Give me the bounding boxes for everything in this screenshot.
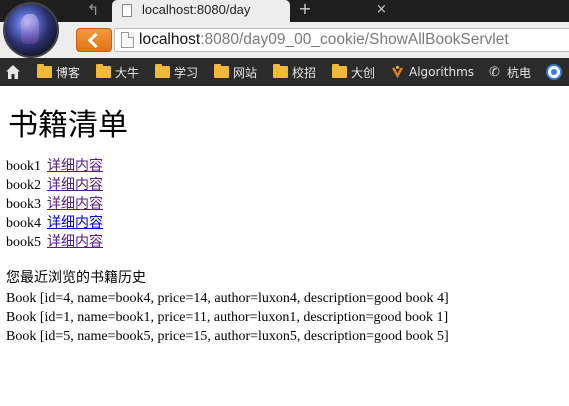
close-tab-icon[interactable]: × [376, 2, 387, 17]
tab-strip: ↰ localhost:8080/day × + [0, 0, 569, 22]
list-item: book5 详细内容 [6, 233, 103, 252]
bookmark-item[interactable]: 网站 [214, 63, 257, 81]
folder-icon [155, 64, 170, 78]
browser-chrome: ↰ localhost:8080/day × + localhost:8080/… [0, 0, 569, 86]
profile-avatar[interactable] [3, 2, 59, 58]
folder-icon [273, 64, 288, 78]
book-detail-link[interactable]: 详细内容 [47, 234, 103, 250]
address-path: :8080/day09_00_cookie/ShowAllBookServlet [200, 31, 509, 48]
folder-icon [37, 64, 52, 78]
address-row: localhost:8080/day09_00_cookie/ShowAllBo… [0, 22, 569, 58]
address-host: localhost [139, 31, 201, 48]
tab-title: localhost:8080/day [142, 2, 251, 17]
book-name: book1 [6, 159, 41, 174]
list-item: book4 详细内容 [6, 214, 103, 233]
history-item: Book [id=1, name=book1, price=11, author… [6, 310, 449, 325]
bookmark-item[interactable]: 博客 [37, 63, 80, 81]
book-name: book4 [6, 216, 41, 231]
bookmark-item[interactable]: 大创 [332, 63, 375, 81]
book-name: book5 [6, 235, 41, 250]
browser-menu-icon[interactable] [546, 64, 562, 80]
page-title: 书籍清单 [8, 108, 128, 143]
book-detail-link[interactable]: 详细内容 [47, 196, 103, 212]
history-heading: 您最近浏览的书籍历史 [6, 270, 146, 286]
bookmark-item[interactable]: 大牛 [96, 63, 139, 81]
bookmark-item[interactable]: Algorithms [390, 63, 474, 81]
list-item: book3 详细内容 [6, 195, 103, 214]
bookmark-item[interactable]: ✆ 杭电 [489, 63, 531, 81]
new-tab-button[interactable]: + [294, 0, 316, 20]
book-name: book2 [6, 178, 41, 193]
list-item: book1 详细内容 [6, 157, 103, 176]
bookmark-label: 博客 [56, 65, 81, 80]
back-button[interactable] [76, 28, 112, 52]
book-name: book3 [6, 197, 41, 212]
bookmark-label: 杭电 [507, 65, 532, 80]
page-icon [122, 4, 132, 17]
algorithms-icon [391, 65, 404, 78]
address-text[interactable]: localhost:8080/day09_00_cookie/ShowAllBo… [139, 31, 509, 49]
undo-icon[interactable]: ↰ [80, 0, 106, 20]
history-item: Book [id=4, name=book4, price=14, author… [6, 291, 449, 306]
bookmark-item[interactable]: 学习 [155, 63, 198, 81]
page-icon [121, 32, 134, 48]
folder-icon [96, 64, 111, 78]
history-list: Book [id=4, name=book4, price=14, author… [6, 289, 449, 346]
phone-icon: ✆ [489, 64, 500, 80]
bookmark-label: 学习 [174, 65, 199, 80]
bookmarks-bar: 博客 大牛 学习 网站 校招 大创 Algorithms ✆ 杭电 [0, 58, 569, 86]
bookmark-item[interactable]: 校招 [273, 63, 316, 81]
list-item: book2 详细内容 [6, 176, 103, 195]
book-list: book1 详细内容 book2 详细内容 book3 详细内容 book4 详细内容 … [6, 157, 103, 252]
bookmark-label: Algorithms [409, 65, 475, 79]
home-icon[interactable] [5, 64, 21, 80]
bookmark-label: 网站 [233, 65, 258, 80]
address-bar[interactable]: localhost:8080/day09_00_cookie/ShowAllBo… [114, 28, 569, 52]
history-item: Book [id=5, name=book5, price=15, author… [6, 329, 449, 344]
browser-tab[interactable]: localhost:8080/day × [112, 0, 387, 22]
bookmark-label: 大创 [351, 65, 376, 80]
book-detail-link[interactable]: 详细内容 [47, 158, 103, 174]
folder-icon [214, 64, 229, 78]
book-detail-link[interactable]: 详细内容 [47, 177, 103, 193]
bookmark-label: 大牛 [115, 65, 140, 80]
book-detail-link[interactable]: 详细内容 [47, 215, 103, 231]
bookmark-label: 校招 [292, 65, 317, 80]
folder-icon [332, 64, 347, 78]
